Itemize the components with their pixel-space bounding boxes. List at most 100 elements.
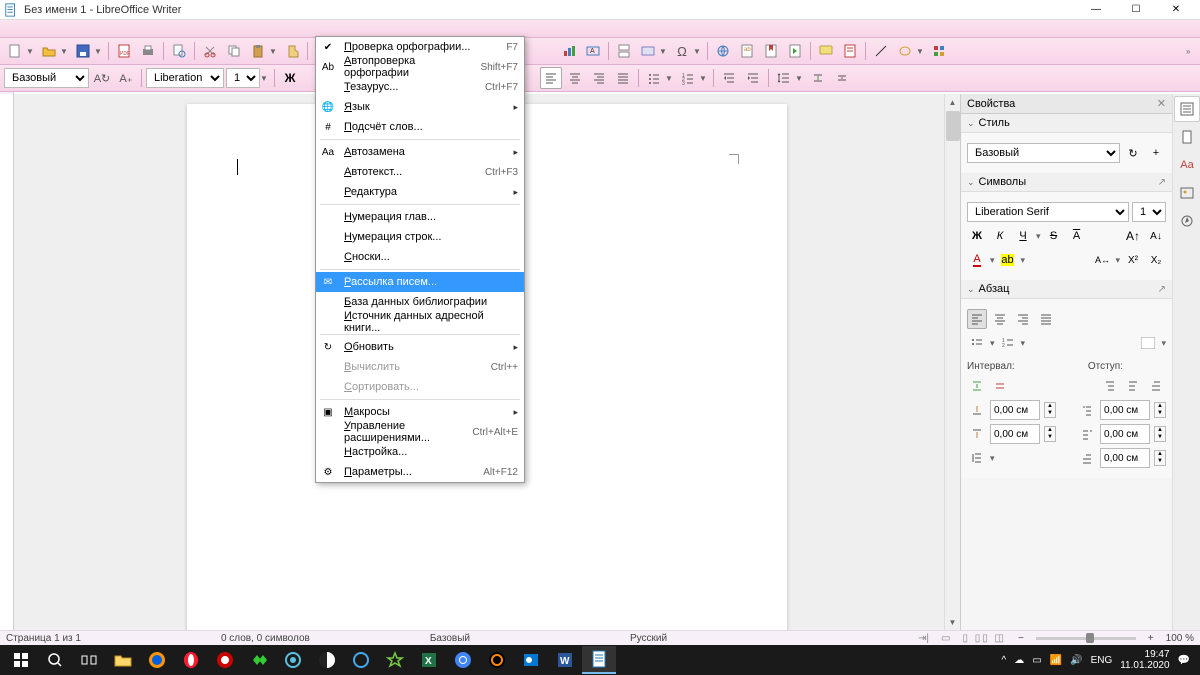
menu-item[interactable]: База данных библиографии [316, 292, 524, 312]
app-icon-7[interactable] [480, 646, 514, 674]
page-break-button[interactable] [613, 40, 635, 62]
superscript-button[interactable]: X² [1123, 250, 1143, 270]
language-status[interactable]: Русский [630, 633, 667, 644]
app-icon-2[interactable] [242, 646, 276, 674]
indent-before-input[interactable] [1100, 400, 1150, 420]
cut-button[interactable] [199, 40, 221, 62]
new-button[interactable] [4, 40, 26, 62]
number-list-button[interactable]: 123 [677, 67, 699, 89]
number-dropdown[interactable]: ▼ [699, 74, 707, 83]
sb-numbers[interactable]: 12 [998, 333, 1018, 353]
paragraph-style-combo[interactable]: Базовый [4, 68, 89, 88]
indent-first-input[interactable] [1100, 448, 1150, 468]
search-icon[interactable] [38, 646, 72, 674]
shapes-dropdown[interactable]: ▼ [916, 47, 924, 56]
spinner[interactable]: ▲▼ [1044, 426, 1056, 442]
tray-cloud-icon[interactable]: ☁ [1014, 655, 1024, 666]
selection-mode-icon[interactable]: ▭ [941, 633, 950, 644]
vertical-ruler[interactable] [0, 94, 14, 630]
writer-taskbar-icon[interactable] [582, 646, 616, 674]
menu-item[interactable]: ✔Проверка орфографии...F7 [316, 37, 524, 57]
zoom-out-icon[interactable]: − [1018, 633, 1024, 644]
font-name-combo[interactable]: Liberation Serif [146, 68, 224, 88]
tray-battery-icon[interactable]: ▭ [1032, 655, 1041, 666]
menu-bar[interactable] [0, 20, 1200, 38]
draw-functions-button[interactable] [928, 40, 950, 62]
minimize-button[interactable]: ― [1076, 0, 1116, 20]
cross-ref-button[interactable] [784, 40, 806, 62]
align-justify-button[interactable] [612, 67, 634, 89]
decrease-indent-button[interactable] [742, 67, 764, 89]
increase-font-icon[interactable]: A↑ [1123, 226, 1143, 246]
align-left-button[interactable] [540, 67, 562, 89]
scroll-thumb[interactable] [946, 111, 960, 141]
tray-chevron-icon[interactable]: ^ [1002, 655, 1007, 666]
app-icon-6[interactable] [378, 646, 412, 674]
sidebar-italic-button[interactable]: К [990, 226, 1010, 246]
menu-item[interactable]: Нумерация глав... [316, 207, 524, 227]
sb-align-center[interactable] [990, 309, 1010, 329]
field-dropdown[interactable]: ▼ [659, 47, 667, 56]
page-tab[interactable] [1174, 124, 1200, 150]
properties-tab[interactable] [1174, 96, 1200, 122]
sidebar-strike-button[interactable]: S [1044, 226, 1064, 246]
copy-button[interactable] [223, 40, 245, 62]
word-count-status[interactable]: 0 слов, 0 символов [221, 633, 310, 644]
menu-item[interactable]: Источник данных адресной книги... [316, 312, 524, 332]
font-size-combo[interactable]: 12 [226, 68, 260, 88]
subscript-button[interactable]: X₂ [1146, 250, 1166, 270]
menu-item[interactable]: #Подсчёт слов... [316, 117, 524, 137]
page-status[interactable]: Страница 1 из 1 [6, 633, 81, 644]
sb-bullets[interactable] [967, 333, 987, 353]
bullet-list-button[interactable] [643, 67, 665, 89]
maximize-button[interactable]: ☐ [1116, 0, 1156, 20]
sidebar-style-combo[interactable]: Базовый [967, 143, 1120, 163]
align-center-button[interactable] [564, 67, 586, 89]
indent-after-input[interactable] [1100, 424, 1150, 444]
spinner[interactable]: ▲▼ [1154, 426, 1166, 442]
indent-dec-icon[interactable] [1123, 376, 1143, 396]
highlight-button[interactable]: ab [998, 250, 1018, 270]
indent-hanging-icon[interactable] [1146, 376, 1166, 396]
menu-item[interactable]: ▣Макросы▸ [316, 402, 524, 422]
character-section-header[interactable]: ⌄Символы↗ [961, 173, 1172, 192]
line-spacing-icon[interactable] [967, 448, 987, 468]
para-spacing-dec-button[interactable] [831, 67, 853, 89]
excel-icon[interactable]: X [412, 646, 446, 674]
bold-button[interactable]: Ж [279, 67, 301, 89]
chart-button[interactable] [558, 40, 580, 62]
sb-align-justify[interactable] [1036, 309, 1056, 329]
app-icon-5[interactable] [344, 646, 378, 674]
field-button[interactable] [637, 40, 659, 62]
new-style-icon[interactable]: + [1146, 143, 1166, 163]
line-spacing-dropdown[interactable]: ▼ [795, 74, 803, 83]
start-button[interactable] [4, 646, 38, 674]
chrome-icon[interactable] [446, 646, 480, 674]
menu-item[interactable]: AaАвтозамена▸ [316, 142, 524, 162]
menu-item[interactable]: Тезаурус...Ctrl+F7 [316, 77, 524, 97]
spinner[interactable]: ▲▼ [1154, 450, 1166, 466]
spinner[interactable]: ▲▼ [1154, 402, 1166, 418]
app-icon-3[interactable] [276, 646, 310, 674]
save-button[interactable] [72, 40, 94, 62]
footnote-button[interactable]: ab [736, 40, 758, 62]
styles-tab[interactable]: Aa [1174, 152, 1200, 178]
decrease-font-icon[interactable]: A↓ [1146, 226, 1166, 246]
spinner[interactable]: ▲▼ [1044, 402, 1056, 418]
space-above-input[interactable] [990, 400, 1040, 420]
menu-item[interactable]: AbАвтопроверка орфографииShift+F7 [316, 57, 524, 77]
update-style-button[interactable]: A↻ [91, 67, 113, 89]
menu-item[interactable]: Автотекст...Ctrl+F3 [316, 162, 524, 182]
line-spacing-button[interactable] [773, 67, 795, 89]
sb-align-left[interactable] [967, 309, 987, 329]
hyperlink-button[interactable] [712, 40, 734, 62]
menu-item[interactable]: ↻Обновить▸ [316, 337, 524, 357]
tray-clock[interactable]: 19:47 11.01.2020 [1120, 649, 1169, 671]
bullet-dropdown[interactable]: ▼ [665, 74, 673, 83]
menu-item[interactable]: Управление расширениями...Ctrl+Alt+E [316, 422, 524, 442]
gallery-tab[interactable] [1174, 180, 1200, 206]
font-color-button[interactable]: A [967, 250, 987, 270]
style-section-header[interactable]: ⌄Стиль [961, 114, 1172, 133]
paste-button[interactable] [247, 40, 269, 62]
line-button[interactable] [870, 40, 892, 62]
